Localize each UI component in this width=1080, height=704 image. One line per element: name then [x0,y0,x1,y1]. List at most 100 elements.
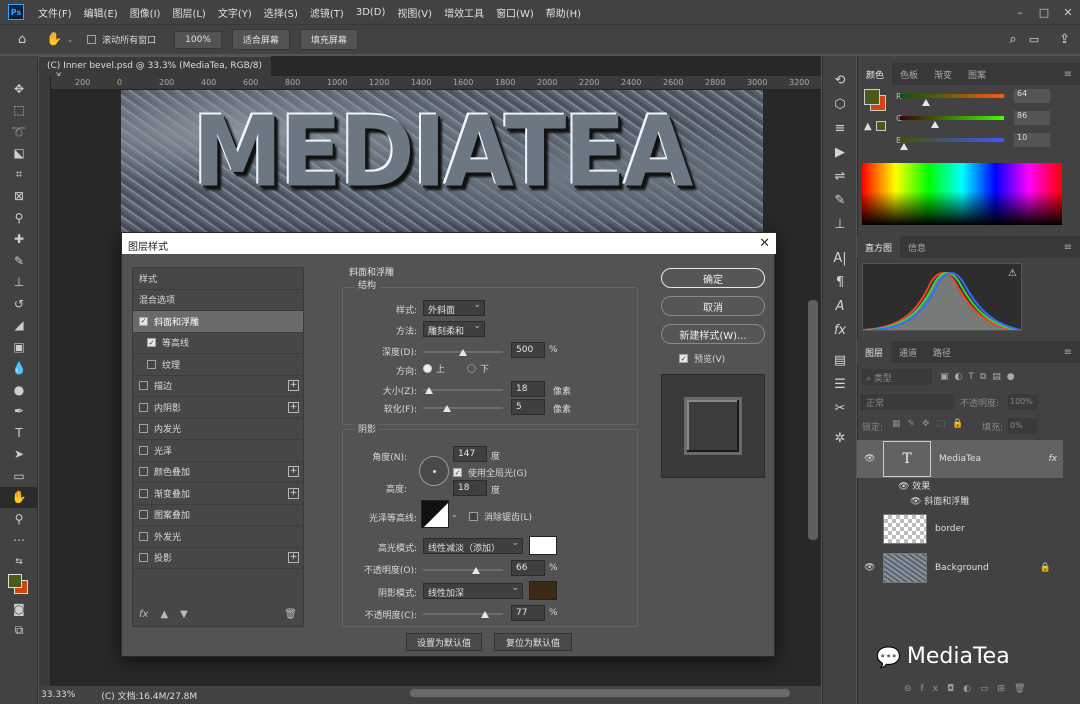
altitude-input[interactable]: 18 [453,480,487,496]
fill-screen-button[interactable]: 填充屏幕 [299,29,358,50]
glyphs-icon[interactable]: A [823,294,857,318]
blend-mode-dropdown[interactable]: 正常 [860,394,954,410]
checkbox-checked-icon[interactable]: ✓ [147,338,156,348]
add-effect-icon[interactable]: + [288,466,299,478]
menu-view[interactable]: 视图(V) [391,5,438,20]
tab-histogram[interactable]: 直方图 [857,236,901,258]
crop-tool-icon[interactable]: ⌗ [0,164,38,186]
zoom-tool-icon[interactable]: ⚲ [0,508,38,530]
layer-name[interactable]: MediaTea [939,454,981,464]
blend-options-item[interactable]: 混合选项 [133,290,303,311]
checkbox-icon[interactable] [139,488,148,498]
foreground-color-swatch[interactable] [8,573,22,588]
effect-item[interactable]: 光泽 [133,440,303,462]
effect-item[interactable]: 内发光 [133,419,303,440]
radio-on-icon[interactable] [423,364,432,373]
3d-icon[interactable]: ⬡ [823,92,857,116]
brush-settings-icon[interactable]: ✎ [823,188,857,212]
blue-slider-track[interactable] [900,138,1004,150]
chevron-down-icon[interactable]: ⌄ [66,35,73,44]
effects-row[interactable]: 👁 效果 [898,479,930,492]
highlight-opacity-input[interactable]: 66 [511,560,545,576]
reset-default-button[interactable]: 复位为默认值 [494,633,572,651]
eye-icon[interactable]: 👁 [864,563,875,573]
blur-tool-icon[interactable]: 💧 [0,358,38,380]
menu-file[interactable]: 文件(F) [32,5,78,20]
layers-footer-icons[interactable]: ⊝fx◘◐▭⊞🗑 [904,684,1034,694]
menu-select[interactable]: 选择(S) [258,5,304,20]
fill-input[interactable]: 0% [1008,418,1038,434]
quick-select-tool-icon[interactable]: ⬕ [0,143,38,165]
zoom-level[interactable]: 33.33% [41,690,75,700]
checkbox-icon[interactable] [139,424,148,434]
history-brush-tool-icon[interactable]: ↺ [0,293,38,315]
layer-filter-dropdown[interactable]: ⌕ 类型 [862,369,932,385]
angle-dial[interactable] [419,456,449,486]
soften-slider-track[interactable] [423,407,503,409]
character-icon[interactable]: A| [823,246,857,270]
minimize-icon[interactable]: – [1008,6,1032,19]
blue-value[interactable]: 10 [1014,133,1050,147]
add-effect-icon[interactable]: + [288,487,299,499]
panel-menu-icon[interactable]: ≡ [1064,242,1072,253]
checkbox-icon[interactable] [139,553,148,563]
shadow-opacity-track[interactable] [423,613,503,615]
hand-tool-icon[interactable]: ✋ [46,32,62,47]
tab-info[interactable]: 信息 [900,241,934,254]
checkbox-checked-icon[interactable]: ✓ [139,316,148,326]
rectangle-tool-icon[interactable]: ▭ [0,465,38,487]
layer-name[interactable]: border [935,524,965,534]
dialog-close-icon[interactable]: ✕ [759,236,770,251]
add-effect-icon[interactable]: + [288,552,299,564]
document-tab[interactable]: (C) Inner bevel.psd @ 33.3% (MediaTea, R… [39,56,271,81]
panel-menu-icon[interactable]: ≡ [1064,347,1072,358]
cancel-button[interactable]: 取消 [661,296,765,316]
effect-item[interactable]: 投影 + [133,548,303,569]
green-slider-knob[interactable] [931,121,940,128]
quick-mask-icon[interactable]: ◙ [0,599,38,621]
technique-dropdown[interactable]: 雕刻柔和 [423,321,485,337]
shadow-opacity-knob[interactable] [480,611,489,618]
layer-row-background[interactable]: 👁 Background 🔒 [857,549,1063,587]
effect-item[interactable]: 颜色叠加 + [133,462,303,483]
menu-help[interactable]: 帮助(H) [540,5,587,20]
checkbox-icon[interactable] [139,445,148,455]
tab-channels[interactable]: 通道 [891,346,925,359]
workspace-icon[interactable]: ▭ [1029,33,1039,46]
tab-patterns[interactable]: 图案 [960,68,994,81]
checkbox-icon[interactable] [147,359,156,369]
direction-up-radio[interactable]: 上 [423,362,445,375]
soften-input[interactable]: 5 [511,399,545,415]
panel-menu-icon[interactable]: ≡ [1064,69,1072,80]
checkbox-icon[interactable] [139,381,148,391]
contour-dropdown-icon[interactable]: ⌄ [451,510,458,519]
effect-item[interactable]: 图案叠加 [133,505,303,526]
layer-row-border[interactable]: border [857,510,1063,548]
checkbox-checked-icon[interactable]: ✓ [679,354,688,363]
green-value[interactable]: 86 [1014,111,1050,125]
effect-item[interactable]: 描边 + [133,376,303,397]
gloss-contour-swatch[interactable] [421,500,449,528]
soften-slider-knob[interactable] [443,405,451,412]
tools-preset-icon[interactable]: ✂ [823,396,857,420]
depth-slider-knob[interactable] [459,349,467,356]
paragraph-styles-icon[interactable]: ☰ [823,372,857,396]
effect-item[interactable]: 外发光 [133,526,303,548]
menu-type[interactable]: 文字(Y) [212,5,258,20]
screen-mode-icon[interactable]: ⧉ [0,620,38,642]
checkbox-checked-icon[interactable]: ✓ [453,468,462,477]
checkbox-icon[interactable] [139,510,148,520]
checkbox-icon[interactable] [469,512,478,521]
new-style-button[interactable]: 新建样式(W)... [661,324,765,344]
red-slider-knob[interactable] [922,99,930,106]
style-dropdown[interactable]: 外斜面 [423,300,485,316]
move-tool-icon[interactable]: ✥ [0,78,38,100]
effect-item[interactable]: ✓ 斜面和浮雕 [133,311,303,333]
maximize-icon[interactable]: □ [1032,6,1056,19]
layer-name[interactable]: Background [935,563,989,573]
shadow-color-swatch[interactable] [529,581,557,600]
more-tools-icon[interactable]: ⋯ [0,530,38,552]
menu-edit[interactable]: 编辑(E) [78,5,124,20]
hand-tool-icon[interactable]: ✋ [0,486,38,508]
adjustments-icon[interactable]: ≡ [823,116,857,140]
